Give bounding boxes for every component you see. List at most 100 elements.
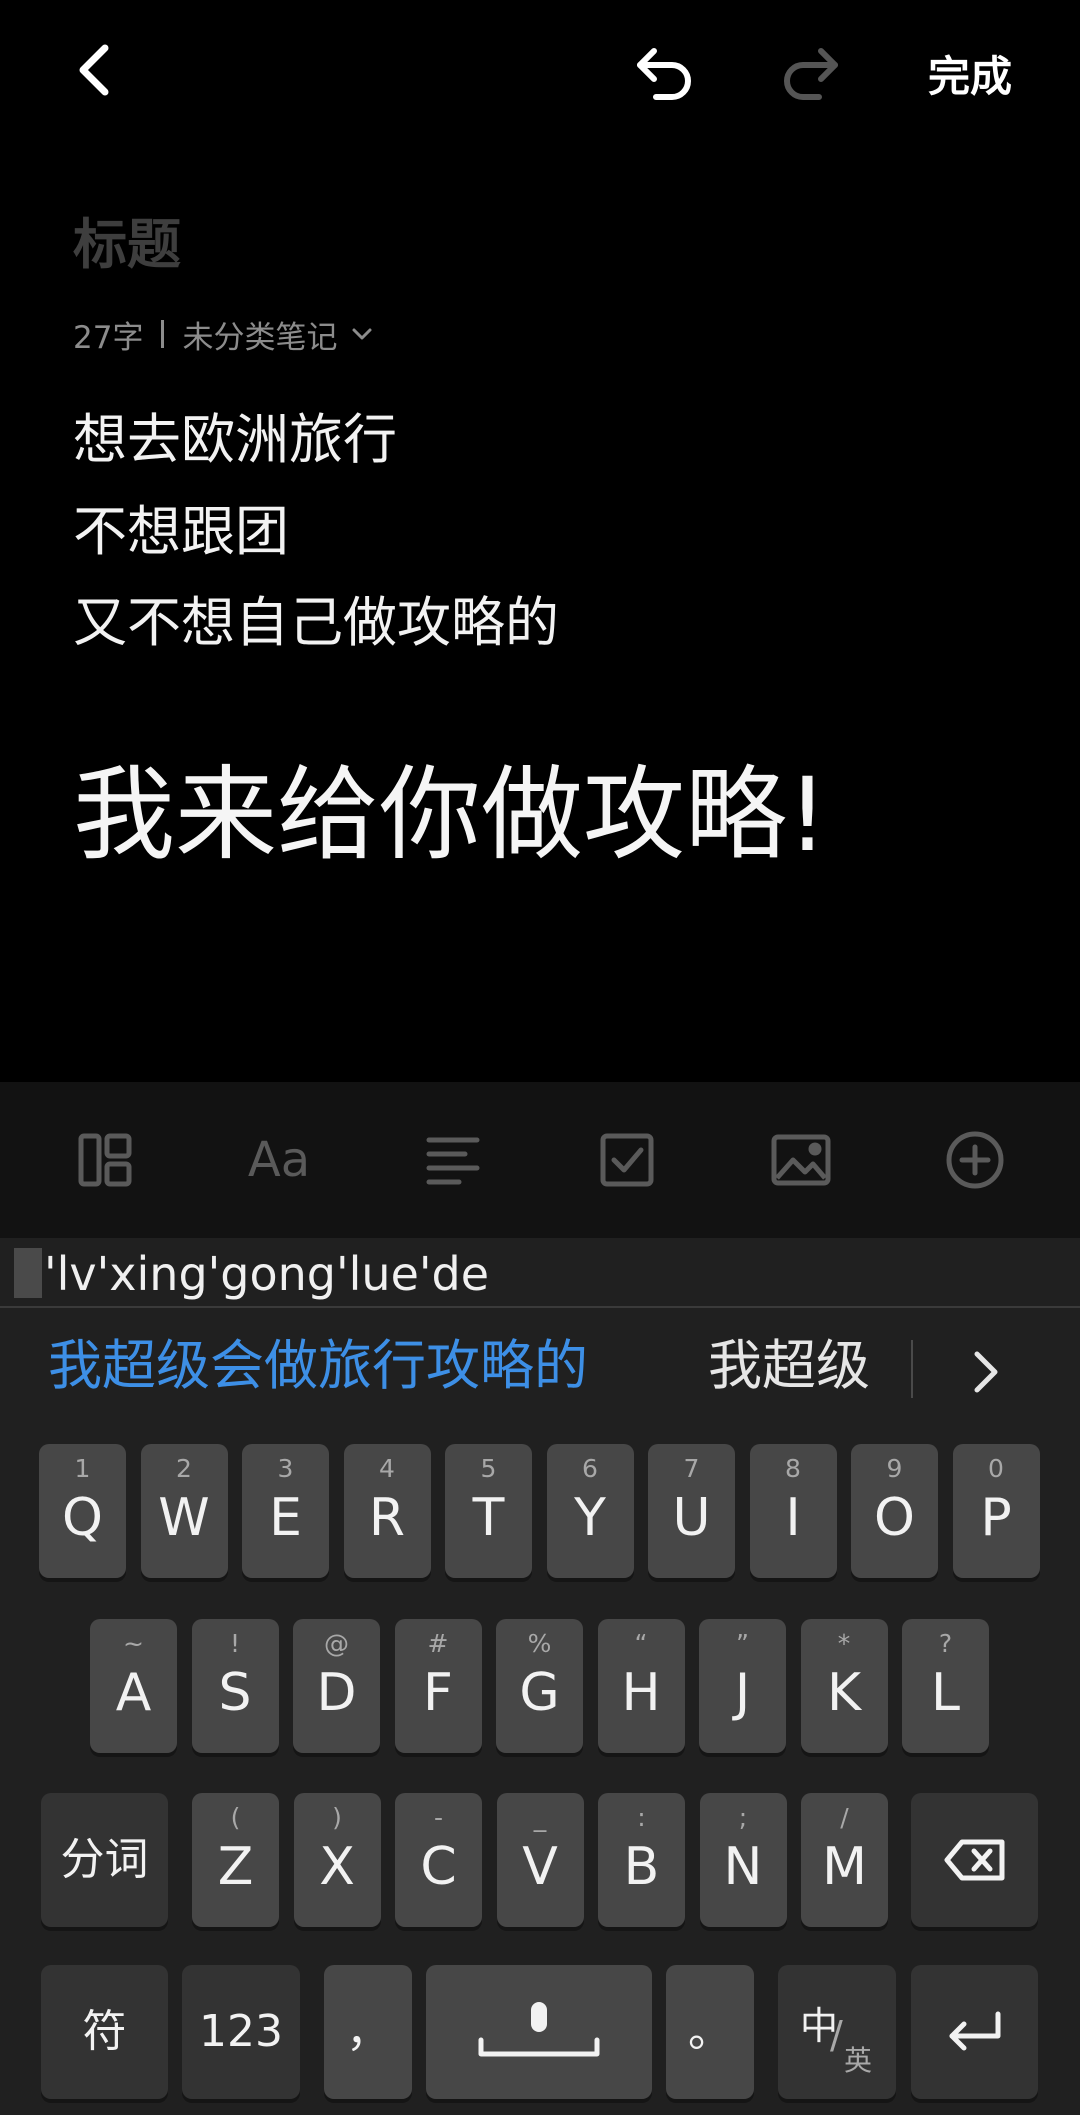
key-label: P: [980, 1488, 1012, 1548]
key-o[interactable]: 9O: [851, 1444, 938, 1578]
key-secondary-label: _: [533, 1803, 547, 1832]
key-label: T: [472, 1488, 505, 1548]
key-b[interactable]: :B: [598, 1793, 685, 1927]
key-w[interactable]: 2W: [140, 1444, 228, 1578]
note-body-line[interactable]: 又不想自己做攻略的: [73, 596, 559, 650]
key-y[interactable]: 6Y: [546, 1444, 634, 1578]
period-key[interactable]: 。: [666, 1965, 754, 2099]
meta-divider: [161, 320, 165, 348]
key-s[interactable]: ! S: [191, 1619, 279, 1753]
key-x[interactable]: ) X: [293, 1793, 381, 1927]
redo-button[interactable]: [770, 30, 850, 110]
key-g[interactable]: % G: [496, 1619, 583, 1753]
key-n[interactable]: ; N: [699, 1793, 787, 1927]
key-secondary-label: :: [637, 1803, 646, 1832]
note-title-input[interactable]: 标题: [73, 200, 181, 279]
key-secondary-label: 4: [379, 1454, 395, 1483]
chevron-left-icon: [79, 44, 109, 96]
numeric-key-label: 123: [199, 2006, 283, 2057]
composition-text: 'lv'xing'gong'lue'de: [44, 1247, 490, 1301]
segment-key-label: 分词: [60, 1834, 149, 1885]
key-label: N: [723, 1837, 763, 1897]
note-body-line[interactable]: 不想跟团: [73, 505, 289, 559]
key-c[interactable]: -C: [395, 1793, 482, 1927]
key-secondary-label: “: [634, 1629, 648, 1658]
key-label: U: [672, 1488, 711, 1548]
key-e[interactable]: 3E: [242, 1444, 329, 1578]
key-j[interactable]: ” J: [699, 1619, 786, 1753]
symbol-key[interactable]: 符: [41, 1965, 168, 2099]
expand-candidates-button[interactable]: [950, 1340, 1022, 1404]
key-label: S: [218, 1663, 252, 1723]
key-secondary-label: 0: [988, 1454, 1004, 1483]
chevron-down-icon[interactable]: [351, 326, 373, 342]
key-m[interactable]: / M: [801, 1793, 888, 1927]
align-icon[interactable]: [418, 1125, 488, 1195]
language-secondary-label: 英: [844, 2044, 873, 2077]
layout-icon[interactable]: [70, 1125, 140, 1195]
candidate-divider: [911, 1340, 913, 1398]
key-label: I: [785, 1488, 801, 1548]
key-secondary-label: 7: [683, 1454, 700, 1483]
key-secondary-label: !: [229, 1629, 241, 1658]
key-h[interactable]: “H: [597, 1619, 685, 1753]
key-label: B: [623, 1837, 660, 1897]
key-label: F: [423, 1663, 453, 1723]
key-label: Z: [217, 1837, 254, 1897]
top-bar: 完成: [0, 0, 1080, 150]
key-a[interactable]: ~ A: [90, 1619, 177, 1753]
undo-icon: [637, 48, 691, 100]
key-secondary-label: 8: [785, 1454, 801, 1483]
segment-key[interactable]: 分词: [41, 1793, 168, 1927]
key-z[interactable]: (Z: [192, 1793, 279, 1927]
enter-icon: [949, 2011, 1000, 2051]
key-k[interactable]: * K: [800, 1619, 888, 1753]
key-l[interactable]: ? L: [902, 1619, 989, 1753]
note-highlight-line[interactable]: 我来给你做攻略!: [73, 765, 828, 867]
enter-key[interactable]: [911, 1965, 1038, 2099]
space-key[interactable]: [426, 1965, 652, 2099]
key-label: X: [319, 1837, 355, 1897]
key-u[interactable]: 7U: [648, 1444, 735, 1578]
key-v[interactable]: _ V: [496, 1793, 584, 1927]
key-secondary-label: (: [230, 1803, 241, 1832]
key-t[interactable]: 5T: [445, 1444, 532, 1578]
key-r[interactable]: 4R: [343, 1444, 431, 1578]
comma-key[interactable]: ，: [324, 1965, 412, 2099]
key-secondary-label: #: [427, 1629, 449, 1658]
key-q[interactable]: 1Q: [39, 1444, 126, 1578]
back-button[interactable]: [60, 30, 130, 110]
symbol-key-label: 符: [82, 2006, 127, 2057]
candidate-secondary[interactable]: 我超级: [708, 1334, 870, 1398]
key-secondary-label: 3: [277, 1454, 294, 1483]
key-label: D: [316, 1663, 357, 1723]
key-label: A: [115, 1663, 152, 1723]
key-secondary-label: ?: [938, 1629, 953, 1658]
category-selector[interactable]: 未分类笔记: [182, 312, 337, 357]
undo-button[interactable]: [625, 30, 705, 110]
key-label: L: [931, 1663, 960, 1723]
image-icon[interactable]: [766, 1125, 836, 1195]
key-label: H: [621, 1663, 661, 1723]
key-f[interactable]: # F: [394, 1619, 482, 1753]
key-label: M: [822, 1837, 867, 1897]
backspace-key[interactable]: [911, 1793, 1038, 1927]
composition-cursor: [14, 1248, 42, 1298]
key-label: Q: [62, 1488, 103, 1548]
candidate-primary[interactable]: 我超级会做旅行攻略的: [48, 1334, 588, 1398]
note-body-line[interactable]: 想去欧洲旅行: [73, 413, 397, 467]
key-p[interactable]: 0P: [952, 1444, 1040, 1578]
checkbox-icon[interactable]: [592, 1125, 662, 1195]
chevron-right-icon: [974, 1351, 998, 1393]
text-format-icon[interactable]: Aa: [244, 1125, 314, 1195]
key-d[interactable]: @ D: [293, 1619, 380, 1753]
add-circle-icon[interactable]: [940, 1125, 1010, 1195]
done-button[interactable]: 完成: [910, 38, 1030, 108]
word-count: 27字: [73, 319, 144, 356]
format-toolbar: Aa: [0, 1082, 1080, 1238]
language-switch-key[interactable]: 中 / 英: [778, 1965, 896, 2099]
key-i[interactable]: 8I: [749, 1444, 837, 1578]
key-label: Y: [574, 1488, 606, 1548]
key-secondary-label: 9: [886, 1454, 903, 1483]
numeric-key[interactable]: 123: [182, 1965, 300, 2099]
